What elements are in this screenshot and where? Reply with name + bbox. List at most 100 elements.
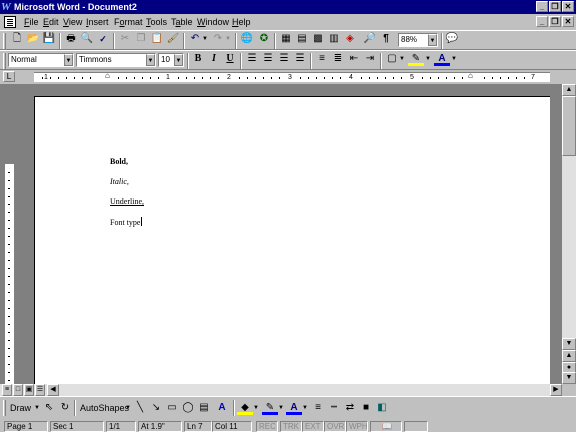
paste-icon[interactable]: 📋 [149,31,165,47]
redo-dropdown-icon[interactable]: ▼ [224,31,232,47]
select-objects-icon[interactable]: ⇖ [41,400,57,416]
chevron-down-icon[interactable]: ▼ [125,402,131,414]
doc-restore-button[interactable]: ❐ [549,16,561,27]
cut-icon[interactable]: ✂ [117,31,133,47]
align-left-icon[interactable]: ☰ [244,51,260,67]
close-button[interactable]: ✕ [562,1,574,12]
doc-close-button[interactable]: ✕ [562,16,574,27]
spelling-icon[interactable]: ✓ [95,31,111,47]
menu-edit[interactable]: Edit [43,16,59,28]
tab-selector-icon[interactable]: L [3,71,15,82]
document-icon[interactable] [4,16,16,28]
rectangle-icon[interactable]: ▭ [164,400,180,416]
line-icon[interactable]: ╲ [132,400,148,416]
format-painter-icon[interactable]: 🖌 [165,31,181,47]
chevron-down-icon[interactable]: ▼ [64,54,73,66]
word-icon[interactable]: W [1,0,13,14]
font-color-dropdown-icon[interactable]: ▼ [450,51,458,67]
menu-insert[interactable]: Insert [86,16,109,28]
scroll-right-icon[interactable]: ▶ [550,384,562,396]
open-folder-icon[interactable]: 📂 [25,31,41,47]
copy-icon[interactable]: ❐ [133,31,149,47]
zoom-combo[interactable]: 88% ▼ [398,33,438,47]
chevron-down-icon[interactable]: ▼ [174,54,183,66]
line-color-icon[interactable]: ✎ [262,400,278,415]
oval-icon[interactable]: ◯ [180,400,196,416]
bullets-icon[interactable]: ≣ [330,51,346,67]
justify-icon[interactable]: ☰ [292,51,308,67]
menu-table[interactable]: Table [171,16,193,28]
chevron-down-icon[interactable]: ▼ [428,34,437,46]
fill-color-dropdown-icon[interactable]: ▼ [252,400,260,416]
insert-table-icon[interactable]: ▤ [294,31,310,47]
free-rotate-icon[interactable]: ↻ [57,400,73,416]
wordart-icon[interactable]: A [214,400,230,416]
font-combo[interactable]: Timmons ▼ [76,53,156,67]
insert-hyperlink-icon[interactable]: 🌐 [239,31,255,47]
toolbar-grip[interactable] [3,33,6,49]
align-right-icon[interactable]: ☰ [276,51,292,67]
draw-menu-button[interactable]: Draw [10,402,31,414]
web-toolbar-icon[interactable]: ✪ [256,31,272,47]
fill-color-icon[interactable]: ◆ [237,400,253,415]
dash-style-icon[interactable]: ┅ [326,400,342,416]
menu-file[interactable]: File [24,16,39,28]
status-ext[interactable]: EXT [302,421,324,432]
show-hide-icon[interactable]: ¶ [378,31,394,47]
menu-tools[interactable]: Tools [146,16,167,28]
3d-icon[interactable]: ◧ [374,400,390,416]
line-style-icon[interactable]: ≡ [310,400,326,416]
minimize-button[interactable]: _ [536,1,548,12]
outline-view-icon[interactable]: ☰ [35,384,45,396]
new-document-icon[interactable]: 🗋 [9,31,25,47]
document-area[interactable]: Bold, Italic, Underline, Font type [0,84,562,396]
page-layout-icon[interactable]: ▣ [24,384,34,396]
highlight-icon[interactable]: ✎ [408,51,424,66]
restore-button[interactable]: ❐ [549,1,561,12]
bold-button[interactable]: B [190,51,206,67]
first-line-indent-icon[interactable]: ⌂ [105,71,110,80]
status-rec[interactable]: REC [256,421,278,432]
ruler-strip[interactable]: 1 ⌂ 1 2 3 4 5 ⌂ 7 [34,71,550,82]
decrease-indent-icon[interactable]: ⇤ [346,51,362,67]
arrow-icon[interactable]: ↘ [148,400,164,416]
doc-line-font-type[interactable]: Font type [110,217,143,228]
numbering-icon[interactable]: ≡ [314,51,330,67]
menu-window[interactable]: Window [197,16,229,28]
drawing-icon[interactable]: ◈ [342,31,358,47]
border-dropdown-icon[interactable]: ▼ [398,51,406,67]
italic-button[interactable]: I [206,51,222,67]
toolbar-grip[interactable] [3,400,6,416]
doc-line-bold[interactable]: Bold, [110,157,128,167]
columns-icon[interactable]: ▥ [326,31,342,47]
horizontal-scrollbar[interactable]: ≡ □ ▣ ☰ ◀ ▶ [0,384,562,396]
undo-dropdown-icon[interactable]: ▼ [201,31,209,47]
highlight-dropdown-icon[interactable]: ▼ [424,51,432,67]
chevron-down-icon[interactable]: ▼ [146,54,155,66]
shadow-icon[interactable]: ■ [358,400,374,416]
line-color-dropdown-icon[interactable]: ▼ [277,400,285,416]
vertical-ruler[interactable] [5,84,15,384]
status-wph[interactable]: WPH [346,421,368,432]
insert-excel-icon[interactable]: ▩ [310,31,326,47]
save-icon[interactable]: 💾 [41,31,57,47]
menu-view[interactable]: View [63,16,82,28]
right-indent-icon[interactable]: ⌂ [468,71,473,80]
style-combo[interactable]: Normal ▼ [8,53,74,67]
scroll-down-icon[interactable]: ▼ [562,338,576,350]
doc-line-italic[interactable]: Italic, [110,177,129,187]
autoshapes-menu-button[interactable]: AutoShapes [80,402,129,414]
previous-page-icon[interactable]: ▲ [562,350,576,362]
font-color-dropdown-icon[interactable]: ▼ [301,400,309,416]
print-icon[interactable]: 🖶 [63,31,79,47]
align-center-icon[interactable]: ☰ [260,51,276,67]
menu-format[interactable]: Format [114,16,143,28]
scroll-thumb[interactable] [562,96,576,156]
tables-borders-icon[interactable]: ▦ [278,31,294,47]
font-color-icon[interactable]: A [434,51,450,66]
vertical-scrollbar[interactable]: ▲ ▼ ▲ ● ▼ [562,84,576,384]
toolbar-grip[interactable] [3,53,6,69]
chevron-down-icon[interactable]: ▼ [34,402,40,414]
font-color-icon[interactable]: A [286,400,302,415]
office-assistant-icon[interactable]: 💬 [444,31,460,47]
